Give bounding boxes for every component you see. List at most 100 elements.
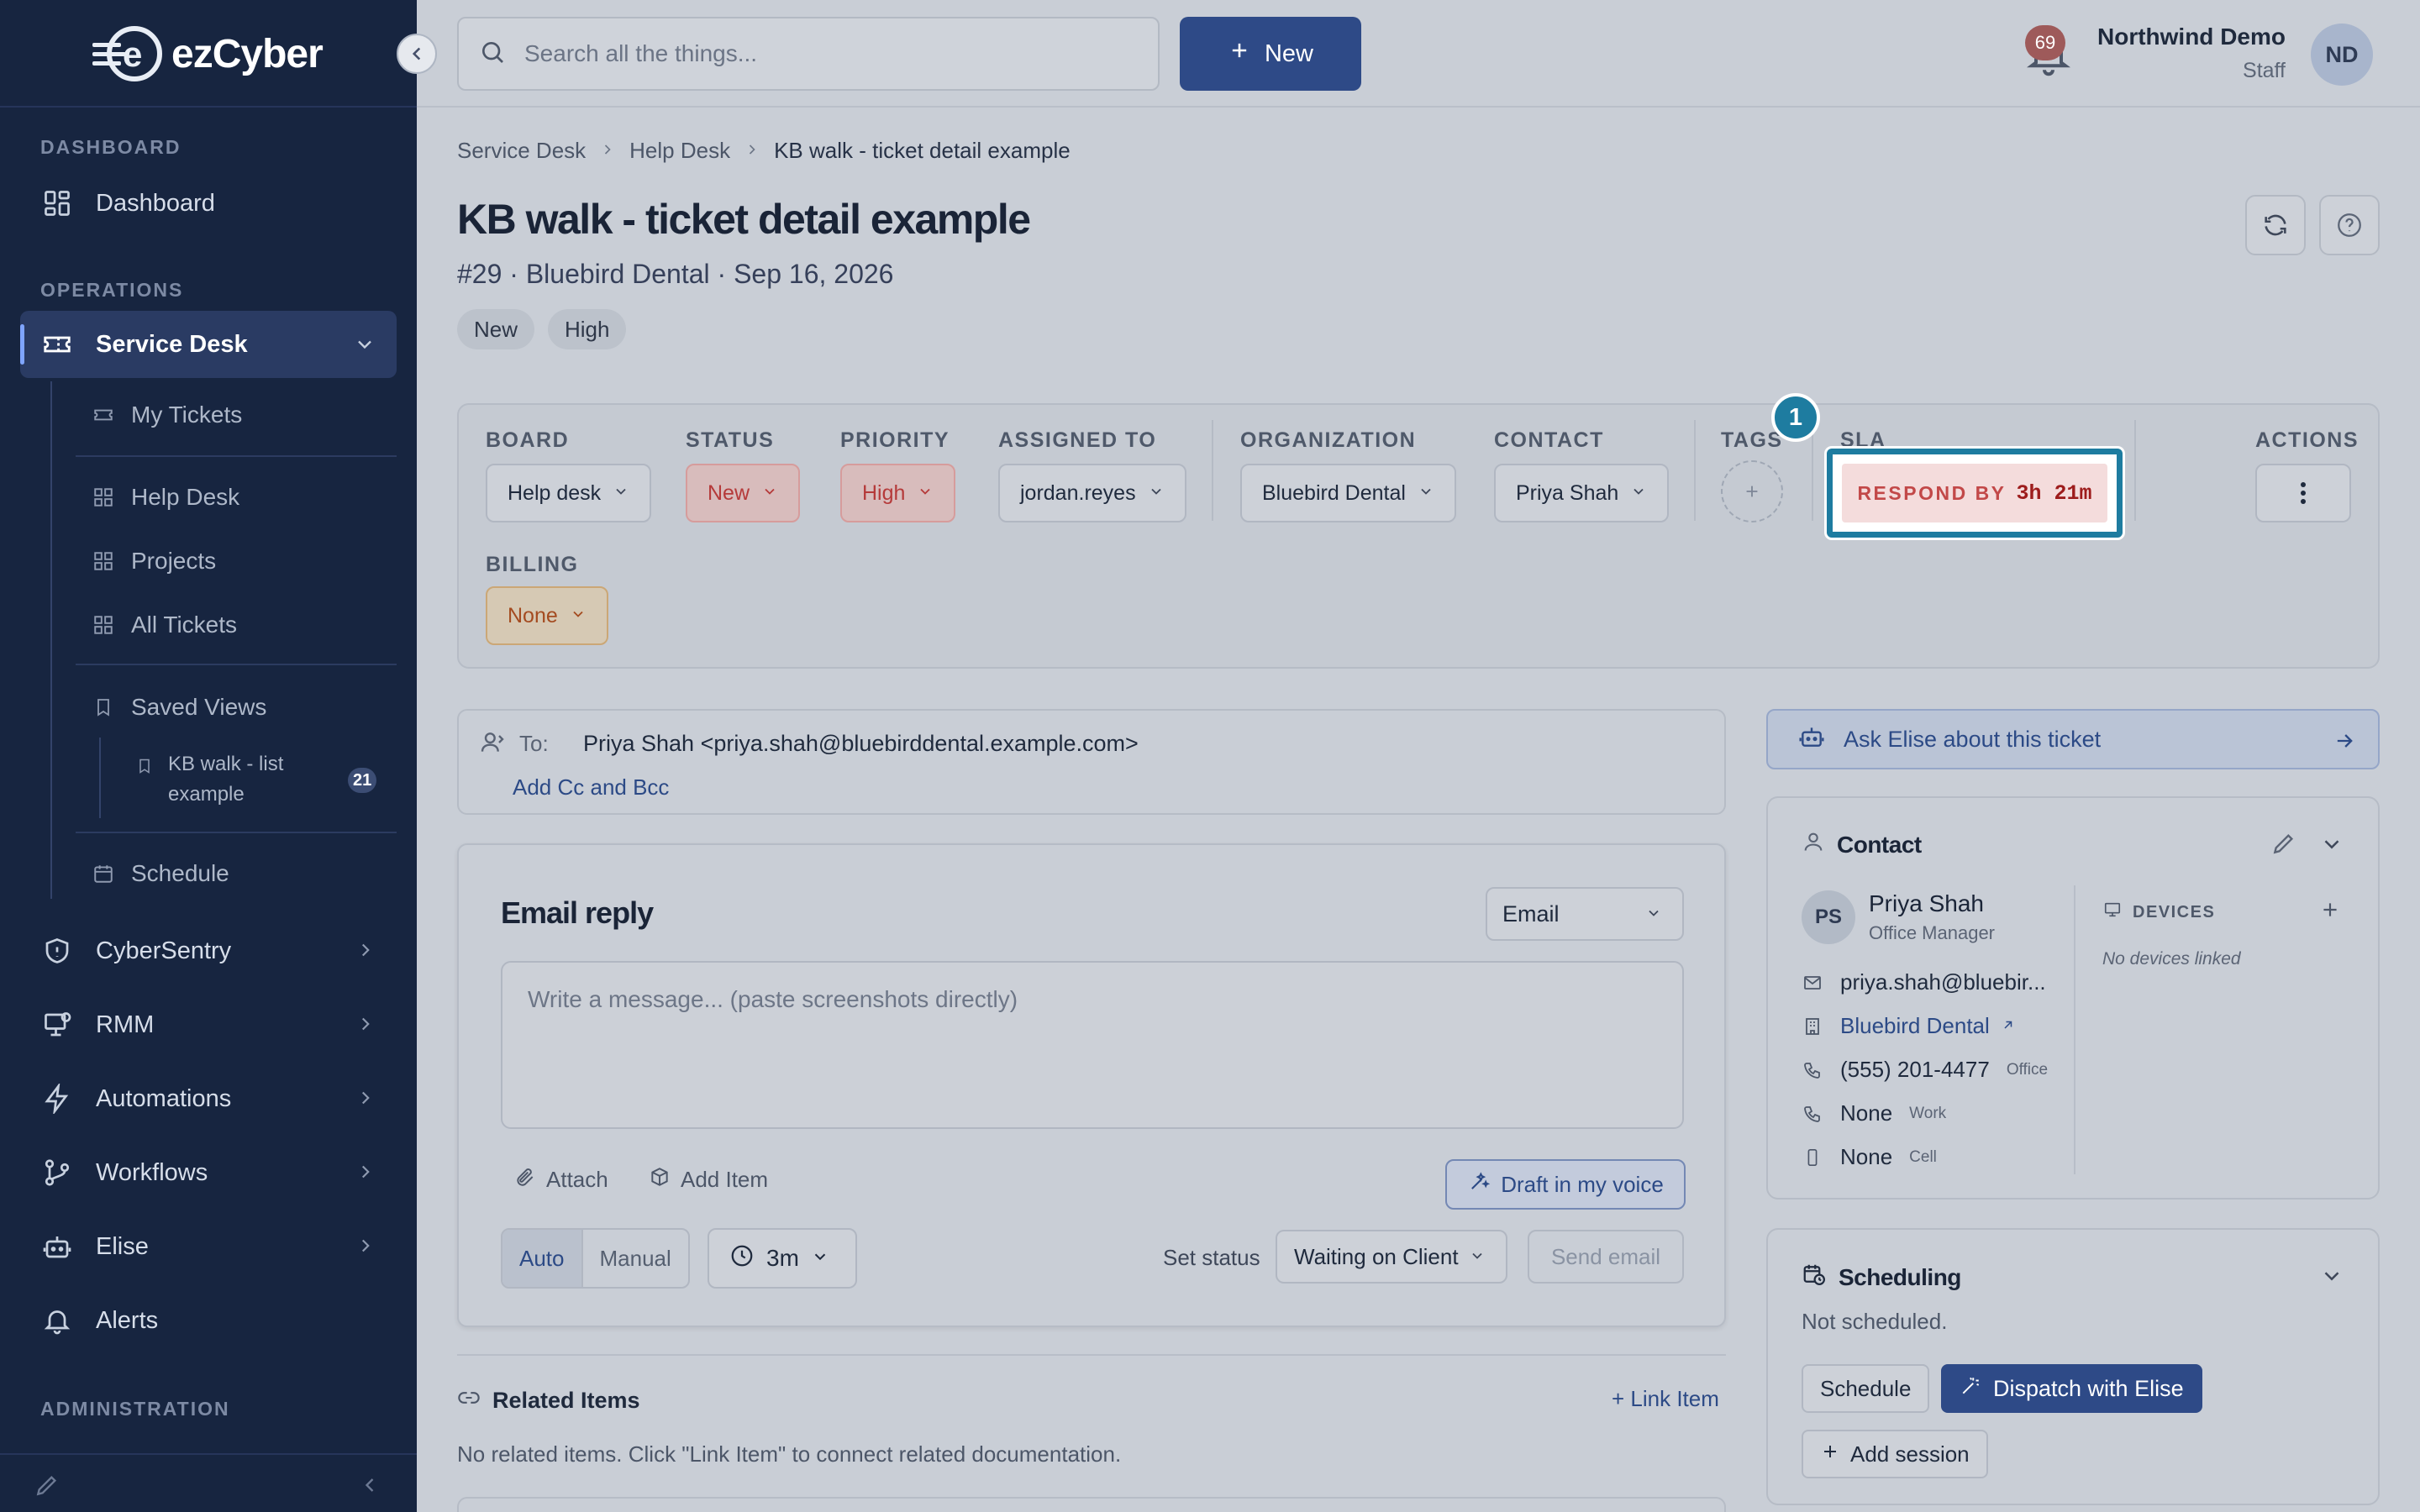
clock-icon xyxy=(729,1243,755,1274)
send-email-button[interactable]: Send email xyxy=(1528,1230,1684,1284)
contact-phone-office-row[interactable]: (555) 201-4477 Office xyxy=(1802,1057,2048,1083)
edit-pencil-icon[interactable] xyxy=(2270,830,2297,861)
breadcrumb: Service Desk Help Desk KB walk - ticket … xyxy=(457,138,1071,164)
board-grid-icon xyxy=(92,614,114,636)
contact-cell-phone: None xyxy=(1840,1144,1893,1169)
billing-dropdown[interactable]: None xyxy=(486,586,608,645)
timer-select[interactable]: 3m xyxy=(708,1228,857,1289)
saved-view-kb-walk[interactable]: KB walk - list example xyxy=(136,749,283,810)
field-divider xyxy=(2134,420,2136,521)
section-divider xyxy=(457,1354,1726,1356)
schedule-button[interactable]: Schedule xyxy=(1802,1364,1930,1413)
contact-org-row[interactable]: Bluebird Dental xyxy=(1802,1013,2015,1039)
sidebar-item-label: Workflows xyxy=(96,1158,208,1186)
new-button[interactable]: New xyxy=(1180,17,1361,91)
sidebar-subitem-all-tickets[interactable]: All Tickets xyxy=(92,612,237,638)
attach-button[interactable]: Attach xyxy=(514,1166,608,1194)
sidebar-subitem-help-desk[interactable]: Help Desk xyxy=(92,484,239,511)
external-link-icon xyxy=(2000,1013,2015,1039)
mobile-icon xyxy=(1802,1147,1823,1168)
pencil-icon[interactable] xyxy=(34,1472,60,1503)
devices-heading: DEVICES xyxy=(2102,900,2215,924)
sidebar-item-elise[interactable]: Elise xyxy=(20,1213,397,1280)
assigned-value: jordan.reyes xyxy=(1020,480,1136,505)
sidebar-subitem-schedule[interactable]: Schedule xyxy=(92,860,229,887)
monitor-icon xyxy=(2102,900,2123,924)
link-item-button[interactable]: + Link Item xyxy=(1612,1386,1719,1412)
reply-channel-select[interactable]: Email xyxy=(1486,887,1684,941)
contact-card: Contact PS Priya Shah Office Manager pri… xyxy=(1766,796,2380,1200)
add-device-icon[interactable] xyxy=(2319,899,2341,925)
contact-name[interactable]: Priya Shah xyxy=(1869,890,1984,917)
chevron-down-icon[interactable] xyxy=(2319,1263,2344,1293)
contact-phone-cell-row: None Cell xyxy=(1802,1144,1937,1170)
organization-label: ORGANIZATION xyxy=(1240,428,1417,452)
paperclip-icon xyxy=(514,1166,536,1194)
add-cc-bcc-link[interactable]: Add Cc and Bcc xyxy=(513,774,669,801)
organization-dropdown[interactable]: Bluebird Dental xyxy=(1240,464,1456,522)
refresh-button[interactable] xyxy=(2245,195,2306,255)
notification-count-badge: 69 xyxy=(2025,25,2065,60)
board-value: Help desk xyxy=(508,480,602,505)
ask-elise-button[interactable]: Ask Elise about this ticket xyxy=(1766,709,2380,769)
sidebar-item-service-desk[interactable]: Service Desk xyxy=(20,311,397,378)
sidebar-item-rmm[interactable]: RMM xyxy=(20,991,397,1058)
tags-label: TAGS xyxy=(1721,428,1783,452)
sidebar-item-workflows[interactable]: Workflows xyxy=(20,1139,397,1206)
actions-menu-button[interactable] xyxy=(2255,464,2351,522)
dispatch-with-elise-button[interactable]: Dispatch with Elise xyxy=(1941,1364,2202,1413)
breadcrumb-help-desk[interactable]: Help Desk xyxy=(629,138,730,164)
user-avatar[interactable]: ND xyxy=(2311,24,2373,86)
devices-label: DEVICES xyxy=(2133,902,2216,921)
phone-type-tag: Work xyxy=(1909,1104,1947,1122)
chevron-right-icon xyxy=(599,138,616,164)
calendar-clock-icon xyxy=(1802,1262,1827,1293)
bell-icon xyxy=(40,1304,74,1337)
contact-email-row[interactable]: priya.shah@bluebir... xyxy=(1802,969,2046,995)
add-item-button[interactable]: Add Item xyxy=(649,1166,768,1194)
sidebar-subitem-projects[interactable]: Projects xyxy=(92,548,216,575)
sidebar-item-label: Automations xyxy=(96,1084,232,1112)
mode-manual-option[interactable]: Manual xyxy=(583,1230,688,1287)
sidebar-item-alerts[interactable]: Alerts xyxy=(20,1287,397,1354)
sla-respond-by-highlight[interactable]: RESPOND BY 3h 21m xyxy=(1827,449,2123,538)
contact-card-title: Contact xyxy=(1802,830,1922,859)
chevron-down-icon xyxy=(570,604,587,628)
mode-auto-option[interactable]: Auto xyxy=(502,1230,583,1287)
submenu-line xyxy=(50,381,52,899)
add-session-button[interactable]: Add session xyxy=(1802,1430,1988,1478)
help-button[interactable] xyxy=(2319,195,2380,255)
global-search[interactable] xyxy=(457,17,1160,91)
sidebar-subitem-my-tickets[interactable]: My Tickets xyxy=(92,402,242,428)
draft-in-my-voice-button[interactable]: Draft in my voice xyxy=(1445,1159,1686,1210)
sidebar-item-cybersentry[interactable]: CyberSentry xyxy=(20,917,397,984)
breadcrumb-service-desk[interactable]: Service Desk xyxy=(457,138,586,164)
assigned-dropdown[interactable]: jordan.reyes xyxy=(998,464,1186,522)
status-dropdown[interactable]: New xyxy=(686,464,801,522)
top-bar: New 69 Northwind Demo Staff ND xyxy=(417,0,2420,108)
board-dropdown[interactable]: Help desk xyxy=(486,464,652,522)
set-status-select[interactable]: Waiting on Client xyxy=(1276,1230,1507,1284)
sidebar-subitem-saved-views[interactable]: Saved Views xyxy=(92,694,266,721)
priority-dropdown[interactable]: High xyxy=(840,464,956,522)
message-textarea[interactable] xyxy=(528,986,1657,1104)
search-input[interactable] xyxy=(524,40,1113,67)
collapse-sidebar-icon[interactable] xyxy=(358,1473,381,1501)
sla-respond-label: RESPOND BY xyxy=(1857,481,2007,504)
scheduling-card-title: Scheduling xyxy=(1802,1262,1961,1293)
sidebar-toggle-button[interactable] xyxy=(397,34,437,74)
contact-dropdown[interactable]: Priya Shah xyxy=(1494,464,1670,522)
sidebar-item-label: Elise xyxy=(96,1232,149,1260)
actions-label: ACTIONS xyxy=(2255,428,2359,452)
add-tag-button[interactable] xyxy=(1721,460,1783,522)
plus-icon xyxy=(1746,486,1758,497)
submenu-divider xyxy=(76,832,397,833)
assigned-label: ASSIGNED TO xyxy=(998,428,1157,452)
to-recipient[interactable]: Priya Shah <priya.shah@bluebirddental.ex… xyxy=(583,731,1139,757)
sidebar-item-dashboard[interactable]: Dashboard xyxy=(20,170,397,237)
magic-wand-icon xyxy=(1960,1375,1981,1403)
sidebar-item-automations[interactable]: Automations xyxy=(20,1065,397,1132)
chevron-down-icon[interactable] xyxy=(2319,832,2344,861)
brand-logo[interactable]: e ezCyber xyxy=(91,20,324,87)
section-dashboard: DASHBOARD xyxy=(40,136,182,158)
